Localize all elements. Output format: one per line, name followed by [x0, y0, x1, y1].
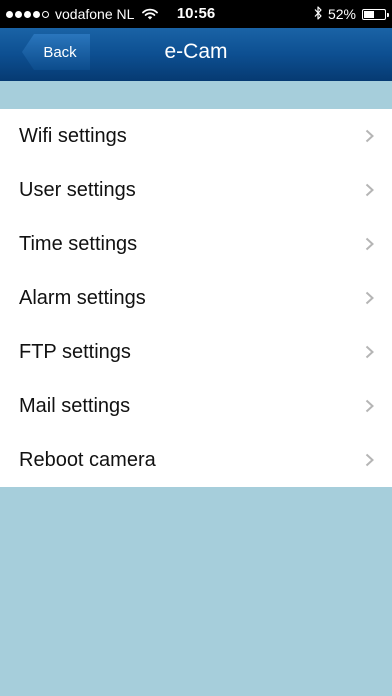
list-item-label: FTP settings [19, 341, 131, 363]
list-item-ftp-settings[interactable]: FTP settings [0, 325, 392, 379]
chevron-right-icon [365, 453, 374, 467]
list-item-alarm-settings[interactable]: Alarm settings [0, 271, 392, 325]
battery-percent: 52% [327, 6, 356, 22]
chevron-right-icon [365, 345, 374, 359]
bluetooth-icon [314, 5, 322, 23]
list-item-wifi-settings[interactable]: Wifi settings [0, 109, 392, 163]
chevron-right-icon [365, 237, 374, 251]
list-item-label: Reboot camera [19, 449, 156, 471]
chevron-right-icon [365, 183, 374, 197]
list-item-label: Time settings [19, 233, 138, 255]
list-item-label: Wifi settings [19, 125, 127, 147]
list-item-label: User settings [19, 179, 136, 201]
page-title: e-Cam [164, 40, 228, 63]
settings-list: Wifi settings User settings Time setting… [0, 109, 392, 487]
status-right: 52% [314, 0, 389, 28]
battery-icon [362, 8, 389, 20]
chevron-right-icon [365, 291, 374, 305]
navigation-bar: Back e-Cam [0, 28, 392, 81]
list-item-user-settings[interactable]: User settings [0, 163, 392, 217]
battery-fill [364, 10, 374, 18]
status-bar: vodafone NL 10:56 52% [0, 0, 392, 28]
chevron-right-icon [365, 129, 374, 143]
list-item-label: Mail settings [19, 395, 131, 417]
chevron-right-icon [365, 399, 374, 413]
list-item-reboot-camera[interactable]: Reboot camera [0, 433, 392, 487]
list-item-time-settings[interactable]: Time settings [0, 217, 392, 271]
list-item-mail-settings[interactable]: Mail settings [0, 379, 392, 433]
list-item-label: Alarm settings [19, 287, 146, 309]
